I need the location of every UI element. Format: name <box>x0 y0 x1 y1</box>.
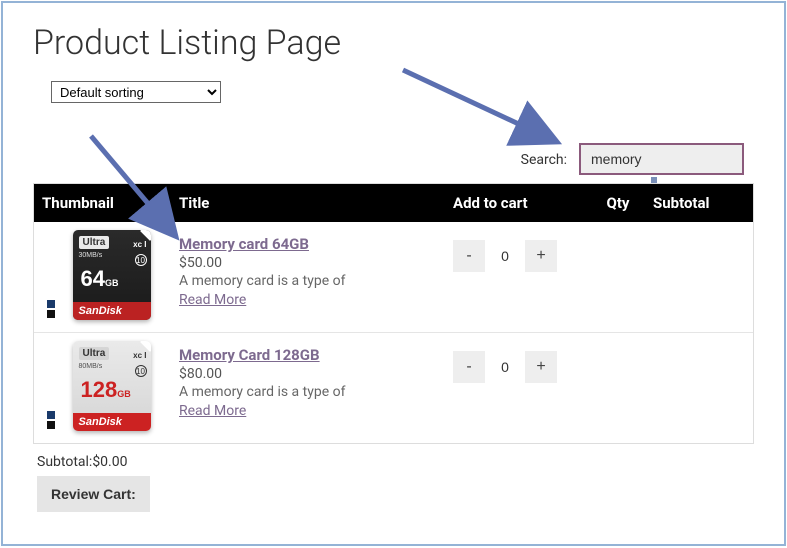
product-thumbnail: Ultra 30MB/s xc I 10 64GB SanDisk <box>34 230 179 322</box>
qty-decrease-button[interactable]: - <box>453 240 485 272</box>
table-row: Ultra 80MB/s xc I 10 128GB SanDisk Memor… <box>34 333 753 443</box>
cursor-handle-icon <box>651 177 657 183</box>
th-add-to-cart: Add to cart <box>453 194 583 212</box>
product-title-link[interactable]: Memory Card 128GB <box>179 346 320 364</box>
read-more-link[interactable]: Read More <box>179 292 246 308</box>
read-more-link[interactable]: Read More <box>179 403 246 419</box>
product-table: Thumbnail Title Add to cart Qty Subtotal… <box>33 183 754 444</box>
review-cart-button[interactable]: Review Cart: <box>37 476 150 512</box>
sd-card-icon: Ultra 80MB/s xc I 10 128GB SanDisk <box>73 341 151 431</box>
product-title-link[interactable]: Memory card 64GB <box>179 235 309 253</box>
subtotal-text: Subtotal:$0.00 <box>37 454 754 470</box>
search-input[interactable] <box>579 143 744 175</box>
th-thumbnail: Thumbnail <box>34 194 179 212</box>
qty-decrease-button[interactable]: - <box>453 351 485 383</box>
sd-card-icon: Ultra 30MB/s xc I 10 64GB SanDisk <box>73 230 151 320</box>
qty-increase-button[interactable]: + <box>525 240 557 272</box>
page-title: Product Listing Page <box>33 23 754 63</box>
table-header: Thumbnail Title Add to cart Qty Subtotal <box>34 184 753 222</box>
th-title: Title <box>179 194 453 212</box>
qty-increase-button[interactable]: + <box>525 351 557 383</box>
table-row: Ultra 30MB/s xc I 10 64GB SanDisk Memory… <box>34 222 753 333</box>
qty-input[interactable] <box>485 240 525 272</box>
product-thumbnail: Ultra 80MB/s xc I 10 128GB SanDisk <box>34 341 179 433</box>
product-price: $80.00 <box>179 366 453 382</box>
th-qty: Qty <box>583 194 653 212</box>
qty-input[interactable] <box>485 351 525 383</box>
th-subtotal: Subtotal <box>653 194 753 212</box>
product-description: A memory card is a type of <box>179 384 453 400</box>
product-price: $50.00 <box>179 255 453 271</box>
product-description: A memory card is a type of <box>179 273 453 289</box>
sort-select[interactable]: Default sorting <box>51 81 221 103</box>
search-label: Search: <box>521 152 567 168</box>
